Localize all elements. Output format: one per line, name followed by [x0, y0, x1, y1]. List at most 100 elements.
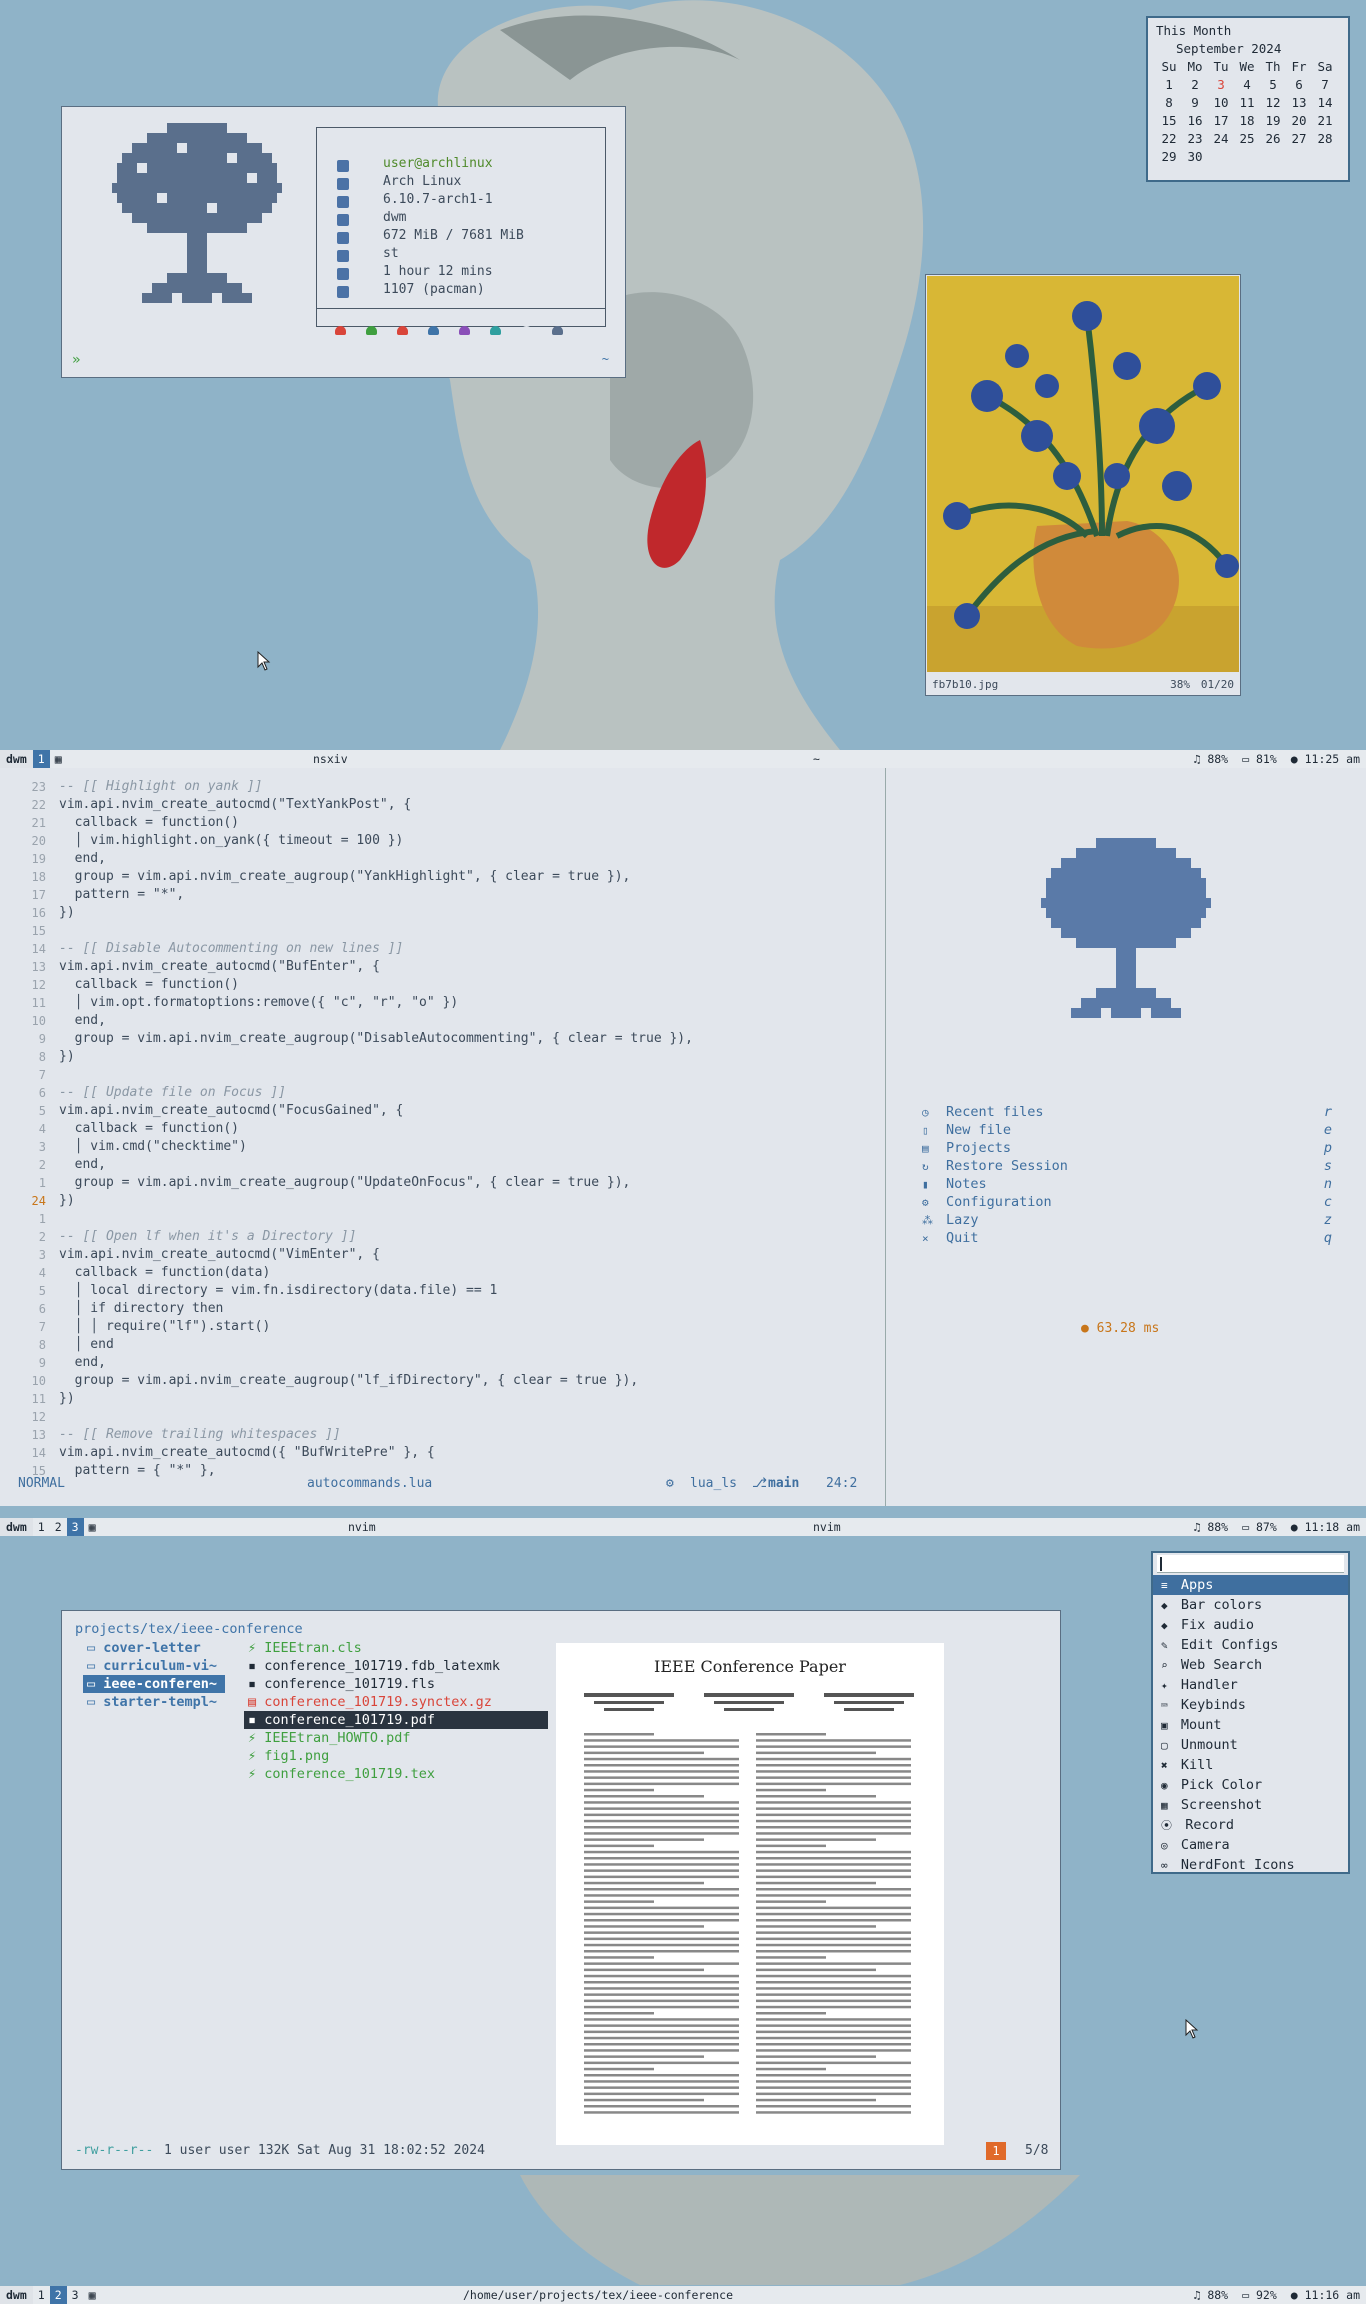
lf-dir-item[interactable]: ▭ cover-letter — [83, 1639, 225, 1657]
dashboard-item-configuration[interactable]: ⚙ Configuration c — [922, 1194, 1332, 1212]
launcher-input[interactable] — [1157, 1555, 1344, 1573]
launcher-item-edit-configs[interactable]: ✎ Edit Configs — [1153, 1635, 1348, 1655]
launcher-item-icon: ⌕ — [1161, 1659, 1181, 1672]
code-line[interactable]: 5 vim.api.nvim_create_autocmd("FocusGaine… — [0, 1102, 886, 1120]
lf-file-item[interactable]: ⚡ IEEEtran_HOWTO.pdf — [244, 1729, 548, 1747]
code-line[interactable]: 23 -- [[ Highlight on yank ]] — [0, 778, 886, 796]
tag-2[interactable]: 2 — [50, 1518, 67, 1536]
tile-icon[interactable]: ▦ — [50, 750, 67, 768]
code-line[interactable]: 8 │ end — [0, 1336, 886, 1354]
lf-file-item[interactable]: ⚡ IEEEtran.cls — [244, 1639, 548, 1657]
bar-status-area: ♫ 88% ▭ 87% ● 11:18 am — [1193, 1520, 1360, 1534]
code-line[interactable]: 24}) — [0, 1192, 886, 1210]
lf-file-item[interactable]: ⚡ conference_101719.tex — [244, 1765, 548, 1783]
lf-file-item[interactable]: ▪ conference_101719.fdb_latexmk — [244, 1657, 548, 1675]
dashboard-item-quit[interactable]: × Quit q — [922, 1230, 1332, 1248]
code-line[interactable]: 13 -- [[ Remove trailing whitespaces ]] — [0, 1426, 886, 1444]
pdf-text-line — [756, 2018, 911, 2021]
launcher-item-apps[interactable]: ≡ Apps — [1153, 1575, 1348, 1595]
launcher-item-handler[interactable]: ✦ Handler — [1153, 1675, 1348, 1695]
launcher-item-keybinds[interactable]: ⌨ Keybinds — [1153, 1695, 1348, 1715]
code-line[interactable]: 3 │ vim.cmd("checktime") — [0, 1138, 886, 1156]
pdf-text-line — [584, 2005, 739, 2009]
launcher-item-record[interactable]: ⦿ Record — [1153, 1815, 1348, 1835]
lf-dir-item[interactable]: ▭ ieee-conferen~ — [83, 1675, 225, 1693]
pdf-text-line — [756, 1950, 911, 1953]
tag-1[interactable]: 1 — [33, 2286, 50, 2304]
dashboard-item-new-file[interactable]: ▯ New file e — [922, 1122, 1332, 1140]
code-line[interactable]: 4 callback = function() — [0, 1120, 886, 1138]
launcher-item-web-search[interactable]: ⌕ Web Search — [1153, 1655, 1348, 1675]
code-line[interactable]: 18 group = vim.api.nvim_create_augroup("… — [0, 868, 886, 886]
dmenu-launcher[interactable]: ≡ Apps ◆ Bar colors ◆ Fix audio ✎ Edit Conf… — [1151, 1551, 1350, 1874]
lf-file-item[interactable]: ▪ conference_101719.fls — [244, 1675, 548, 1693]
tag-2[interactable]: 2 — [49, 2286, 67, 2304]
fetch-terminal[interactable]: user@archlinux Arch Linux 6.10.7-arch1-1… — [61, 106, 626, 378]
code-line[interactable]: 19 end, — [0, 850, 886, 868]
launcher-item-camera[interactable]: ◎ Camera — [1153, 1835, 1348, 1855]
lf-file-manager[interactable]: projects/tex/ieee-conference ▭ cover-let… — [61, 1610, 1061, 2170]
lf-file-item[interactable]: ▤ conference_101719.synctex.gz — [244, 1693, 548, 1711]
launcher-item-fix-audio[interactable]: ◆ Fix audio — [1153, 1615, 1348, 1635]
dashboard-item-lazy[interactable]: ⁂ Lazy z — [922, 1212, 1332, 1230]
code-line[interactable]: 8}) — [0, 1048, 886, 1066]
lf-file-item[interactable]: ⚡ fig1.png — [244, 1747, 548, 1765]
tag-1[interactable]: 1 — [33, 1518, 50, 1536]
neovim-editor[interactable]: 23 -- [[ Highlight on yank ]] 22 vim.api.nv… — [0, 768, 886, 1506]
code-line[interactable]: 2 -- [[ Open lf when it's a Directory ]] — [0, 1228, 886, 1246]
code-line[interactable]: 12 — [0, 1408, 886, 1426]
pdf-text-line — [756, 2061, 911, 2065]
code-line[interactable]: 12 callback = function() — [0, 976, 886, 994]
code-line[interactable]: 4 callback = function(data) — [0, 1264, 886, 1282]
image-viewer[interactable]: fb7b10.jpg 38% 01/20 — [925, 274, 1241, 696]
code-line[interactable]: 10 end, — [0, 1012, 886, 1030]
launcher-item-screenshot[interactable]: ▦ Screenshot — [1153, 1795, 1348, 1815]
tag-1[interactable]: 1 — [32, 750, 50, 768]
code-line[interactable]: 22 vim.api.nvim_create_autocmd("TextYankP… — [0, 796, 886, 814]
code-line[interactable]: 6 -- [[ Update file on Focus ]] — [0, 1084, 886, 1102]
tile-icon[interactable]: ▦ — [84, 1518, 101, 1536]
tag-3[interactable]: 3 — [66, 1518, 84, 1536]
code-line[interactable]: 5 │ local directory = vim.fn.isdirectory… — [0, 1282, 886, 1300]
code-line[interactable]: 17 pattern = "*", — [0, 886, 886, 904]
launcher-item-kill[interactable]: ✖ Kill — [1153, 1755, 1348, 1775]
code-line[interactable]: 11 │ vim.opt.formatoptions:remove({ "c",… — [0, 994, 886, 1012]
lf-dir-item[interactable]: ▭ starter-templ~ — [83, 1693, 225, 1711]
code-line[interactable]: 13 vim.api.nvim_create_autocmd("BufEnter"… — [0, 958, 886, 976]
launcher-item-nerdfont-icons[interactable]: ∞ NerdFont Icons — [1153, 1855, 1348, 1875]
launcher-item-pick-color[interactable]: ◉ Pick Color — [1153, 1775, 1348, 1795]
code-line[interactable]: 15 — [0, 922, 886, 940]
pdf-text-line — [756, 2105, 911, 2108]
tile-icon[interactable]: ▦ — [84, 2286, 101, 2304]
code-line[interactable]: 10 group = vim.api.nvim_create_augroup("… — [0, 1372, 886, 1390]
dashboard-item-notes[interactable]: ▮ Notes n — [922, 1176, 1332, 1194]
lf-dir-item[interactable]: ▭ curriculum-vi~ — [83, 1657, 225, 1675]
code-text: -- [[ Highlight on yank ]] — [59, 779, 263, 794]
code-line[interactable]: 14 -- [[ Disable Autocommenting on new li… — [0, 940, 886, 958]
code-line[interactable]: 16}) — [0, 904, 886, 922]
code-line[interactable]: 21 callback = function() — [0, 814, 886, 832]
lf-file-name: IEEEtran.cls — [264, 1640, 362, 1656]
code-line[interactable]: 11}) — [0, 1390, 886, 1408]
code-line[interactable]: 6 │ if directory then — [0, 1300, 886, 1318]
dashboard-item-projects[interactable]: ▤ Projects p — [922, 1140, 1332, 1158]
launcher-item-mount[interactable]: ▣ Mount — [1153, 1715, 1348, 1735]
pdf-text-line — [584, 2018, 739, 2021]
code-line[interactable]: 3 vim.api.nvim_create_autocmd("VimEnter",… — [0, 1246, 886, 1264]
launcher-item-unmount[interactable]: ▢ Unmount — [1153, 1735, 1348, 1755]
code-line[interactable]: 9 group = vim.api.nvim_create_augroup("D… — [0, 1030, 886, 1048]
code-line[interactable]: 1 — [0, 1210, 886, 1228]
dashboard-item-recent-files[interactable]: ◷ Recent files r — [922, 1104, 1332, 1122]
code-line[interactable]: 2 end, — [0, 1156, 886, 1174]
code-line[interactable]: 14 vim.api.nvim_create_autocmd({ "BufWrit… — [0, 1444, 886, 1462]
code-line[interactable]: 7 │ │ require("lf").start() — [0, 1318, 886, 1336]
code-line[interactable]: 7 — [0, 1066, 886, 1084]
code-line[interactable]: 1 group = vim.api.nvim_create_augroup("U… — [0, 1174, 886, 1192]
nvim-dashboard[interactable]: ◷ Recent files r ▯ New file e ▤ Projects p ↻ Resto… — [886, 768, 1366, 1506]
code-line[interactable]: 20 │ vim.highlight.on_yank({ timeout = 1… — [0, 832, 886, 850]
code-line[interactable]: 9 end, — [0, 1354, 886, 1372]
tag-3[interactable]: 3 — [67, 2286, 84, 2304]
launcher-item-bar-colors[interactable]: ◆ Bar colors — [1153, 1595, 1348, 1615]
lf-file-item[interactable]: ▪ conference_101719.pdf — [244, 1711, 548, 1729]
dashboard-item-restore-session[interactable]: ↻ Restore Session s — [922, 1158, 1332, 1176]
